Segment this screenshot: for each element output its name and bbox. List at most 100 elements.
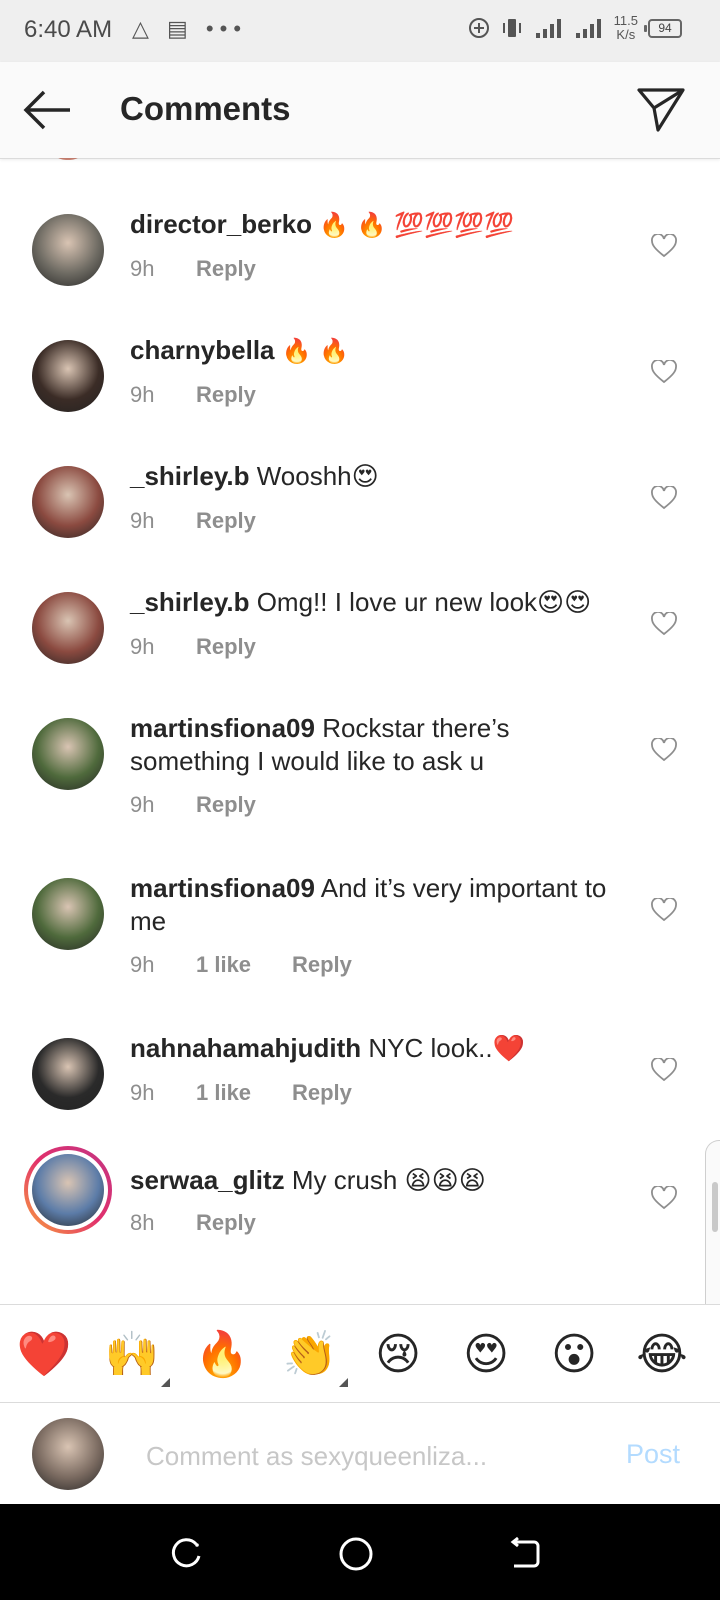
comment-username[interactable]: martinsfiona09 <box>130 713 315 743</box>
comment-username[interactable]: martinsfiona09 <box>130 873 315 903</box>
back-icon[interactable] <box>504 1534 544 1574</box>
comment-text: charnybella 🔥 🔥 <box>130 334 620 368</box>
reaction-laughing[interactable]: 😂 <box>634 1327 690 1383</box>
heart-icon[interactable] <box>651 486 677 510</box>
avatar[interactable] <box>32 214 104 286</box>
heart-icon[interactable] <box>651 1186 677 1210</box>
comment-time: 9h <box>130 508 155 533</box>
page-title: Comments <box>120 90 291 127</box>
comment-meta: 9h 1 like Reply <box>130 952 352 978</box>
comment-text: _shirley.b Omg!! I love ur new look😍😍 <box>130 586 620 619</box>
reply-button[interactable]: Reply <box>196 508 256 534</box>
comment-meta: 9h Reply <box>130 508 256 534</box>
comment-username[interactable]: charnybella <box>130 335 275 365</box>
reply-button[interactable]: Reply <box>196 382 256 408</box>
avatar[interactable] <box>32 592 104 664</box>
system-navigation-bar <box>0 1504 720 1600</box>
comment-username[interactable]: _shirley.b <box>130 587 249 617</box>
avatar[interactable] <box>32 466 104 538</box>
skin-tone-indicator <box>161 1378 170 1387</box>
network-speed-unit: K/s <box>616 27 636 42</box>
avatar[interactable] <box>32 718 104 790</box>
comment-text: director_berko 🔥 🔥 💯💯💯💯 <box>130 208 620 242</box>
comment-username[interactable]: _shirley.b <box>130 461 249 491</box>
reaction-surprised[interactable]: 😮 <box>546 1327 602 1383</box>
data-saver-icon <box>468 18 489 38</box>
comment-username[interactable]: serwaa_glitz <box>130 1165 285 1195</box>
reply-button[interactable]: Reply <box>292 1080 352 1106</box>
back-arrow-icon[interactable] <box>22 88 74 132</box>
reaction-fire[interactable]: 🔥 <box>194 1327 250 1383</box>
comment-meta: 9h Reply <box>130 792 256 818</box>
comment-meta: 9h Reply <box>130 382 256 408</box>
comment-time: 9h <box>130 952 155 977</box>
comment-meta: 9h Reply <box>130 634 256 660</box>
comment-body: NYC look..❤️ <box>368 1033 525 1063</box>
avatar[interactable] <box>32 878 104 950</box>
skin-tone-indicator <box>339 1378 348 1387</box>
header: Comments <box>0 62 720 159</box>
status-right-icons: 11.5 K/s 94 <box>468 14 682 42</box>
signal-icon-1 <box>535 19 561 38</box>
comment-meta: 9h 1 like Reply <box>130 1080 352 1106</box>
post-button[interactable]: Post <box>626 1439 680 1470</box>
comment-text: _shirley.b Wooshh😍 <box>130 460 620 493</box>
avatar-story-ring[interactable] <box>24 1146 112 1234</box>
comment-meta: 8h Reply <box>130 1210 256 1236</box>
comment-composer: Post <box>0 1402 720 1505</box>
reply-button[interactable]: Reply <box>196 256 256 282</box>
comment-time: 8h <box>130 1210 155 1235</box>
heart-icon[interactable] <box>651 360 677 384</box>
reaction-clapping[interactable]: 👏 <box>282 1327 348 1387</box>
comment-time: 9h <box>130 382 155 407</box>
comment-like-count[interactable]: 1 like <box>196 952 292 978</box>
comments-list[interactable]: director_berko 🔥 🔥 💯💯💯💯 9h Reply charnyb… <box>0 158 720 1304</box>
comment-like-count[interactable]: 1 like <box>196 1080 292 1106</box>
heart-icon[interactable] <box>651 1058 677 1082</box>
clapping-emoji: 👏 <box>282 1329 338 1380</box>
comment-body: 🔥 🔥 💯💯💯💯 <box>319 211 514 239</box>
heart-icon[interactable] <box>651 898 677 922</box>
comment-username[interactable]: nahnahamahjudith <box>130 1033 361 1063</box>
avatar <box>32 1154 104 1226</box>
comment-time: 9h <box>130 634 155 659</box>
notification-icons: △ ▤ ••• <box>132 16 248 41</box>
comment-body: Wooshh😍 <box>256 461 379 491</box>
scroll-thumb[interactable] <box>712 1182 718 1232</box>
comment-text: serwaa_glitz My crush 😫😫😫 <box>130 1164 620 1197</box>
comment-meta: 9h Reply <box>130 256 256 282</box>
heart-icon[interactable] <box>651 738 677 762</box>
battery-level: 94 <box>658 20 672 35</box>
heart-icon[interactable] <box>651 234 677 258</box>
reply-button[interactable]: Reply <box>292 952 352 978</box>
signal-icon-2 <box>575 19 601 38</box>
quick-reaction-bar: ❤️ 🙌 🔥 👏 😢 😍 😮 😂 <box>0 1304 720 1403</box>
reaction-crying[interactable]: 😢 <box>370 1327 426 1383</box>
comment-body: 🔥 🔥 <box>281 337 350 365</box>
status-bar: 6:40 AM △ ▤ ••• 11.5 K/s 94 <box>0 0 720 62</box>
comment-input[interactable] <box>144 1435 598 1477</box>
comment-text: martinsfiona09 And it’s very important t… <box>130 872 620 938</box>
comment-username[interactable]: director_berko <box>130 209 312 239</box>
heart-icon[interactable] <box>651 612 677 636</box>
share-paper-plane-icon[interactable] <box>636 86 686 134</box>
reaction-heart-eyes[interactable]: 😍 <box>458 1327 514 1383</box>
reaction-raised-hands[interactable]: 🙌 <box>104 1327 170 1387</box>
home-icon[interactable] <box>336 1534 376 1574</box>
reply-button[interactable]: Reply <box>196 792 256 818</box>
recent-apps-icon[interactable] <box>166 1534 206 1574</box>
vibrate-icon <box>502 19 521 37</box>
avatar[interactable] <box>32 1038 104 1110</box>
avatar[interactable] <box>32 340 104 412</box>
battery-icon: 94 <box>644 18 682 38</box>
reply-button[interactable]: Reply <box>196 634 256 660</box>
status-time: 6:40 AM <box>24 16 113 43</box>
network-speed: 11.5 K/s <box>614 14 638 42</box>
reaction-heart[interactable]: ❤️ <box>16 1327 72 1383</box>
reply-button[interactable]: Reply <box>196 1210 256 1236</box>
comment-time: 9h <box>130 1080 155 1105</box>
comment-time: 9h <box>130 256 155 281</box>
comment-time: 9h <box>130 792 155 817</box>
comment-body: Omg!! I love ur new look😍😍 <box>256 587 592 617</box>
comment-text: nahnahamahjudith NYC look..❤️ <box>130 1032 620 1065</box>
